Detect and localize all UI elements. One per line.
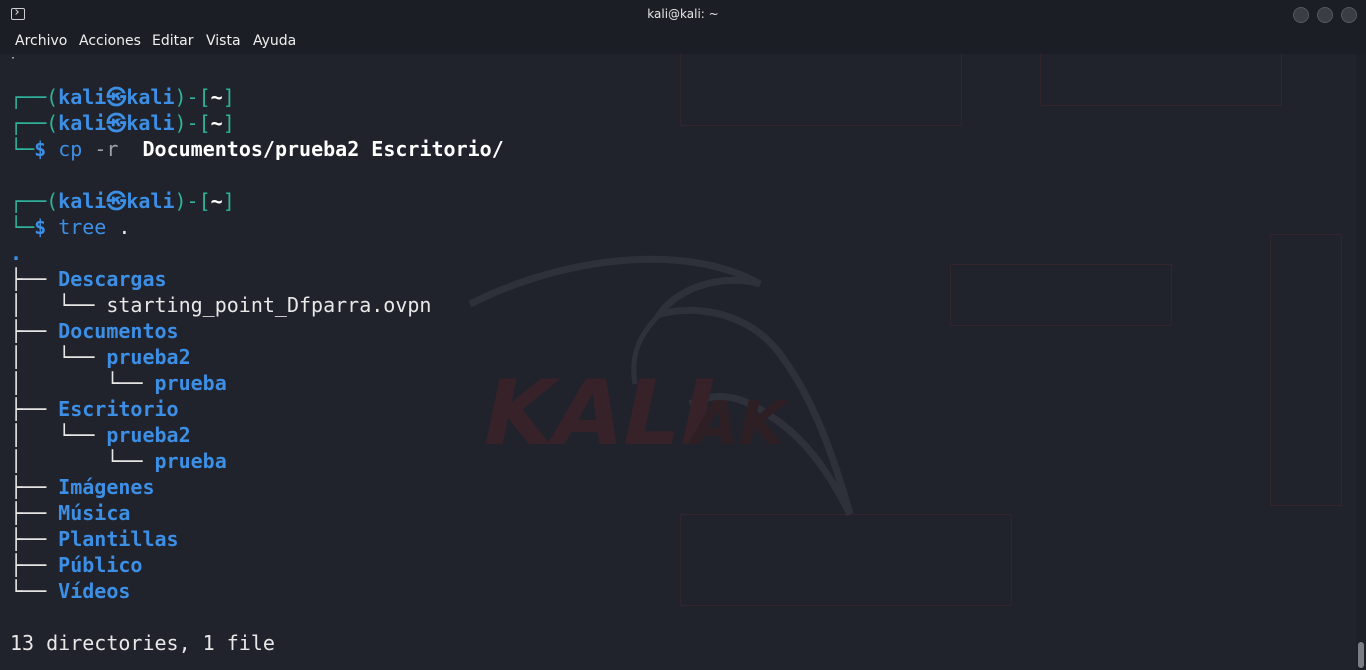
- menu-bar: Archivo Acciones Editar Vista Ayuda: [0, 30, 1366, 54]
- tree-entry: ├── Documentos: [10, 319, 179, 343]
- tree-summary: 13 directories, 1 file: [10, 631, 275, 655]
- tree-entry: ├── Música: [10, 501, 131, 525]
- prompt-line-2: ┌──(kali㉿kali)-[~]: [10, 111, 235, 135]
- tree-entry: ├── Plantillas: [10, 527, 179, 551]
- prompt-line-3: ┌──(kali㉿kali)-[~]: [10, 189, 235, 213]
- menu-acciones[interactable]: Acciones: [79, 33, 141, 49]
- tree-entry: │ └── prueba: [10, 371, 227, 395]
- tree-entry: │ └── prueba2: [10, 423, 191, 447]
- prompt-line-1: ┌──(kali㉿kali)-[~]: [10, 85, 235, 109]
- scrollbar-thumb[interactable]: [1358, 642, 1364, 668]
- tree-entry: │ └── starting_point_Dfparra.ovpn: [10, 293, 432, 317]
- tree-entry: ├── Público: [10, 553, 143, 577]
- tree-entry: ├── Descargas: [10, 267, 167, 291]
- command-line-tree: └─$ tree .: [10, 215, 131, 239]
- tree-entry: ├── Escritorio: [10, 397, 179, 421]
- maximize-icon[interactable]: [1317, 7, 1333, 23]
- partial-line: ·: [10, 54, 17, 64]
- menu-archivo[interactable]: Archivo: [15, 33, 67, 49]
- tree-entry: │ └── prueba2: [10, 345, 191, 369]
- terminal-area[interactable]: KALI AK · ┌──(kali㉿kali)-[~] ┌──(kali㉿ka…: [0, 54, 1356, 670]
- svg-text:AK: AK: [684, 390, 794, 459]
- menu-vista[interactable]: Vista: [206, 33, 241, 49]
- close-icon[interactable]: [1341, 7, 1357, 23]
- tree-entry: │ └── prueba: [10, 449, 227, 473]
- kali-dragon-watermark: KALI AK: [468, 255, 854, 516]
- vertical-scrollbar[interactable]: [1356, 54, 1366, 670]
- title-bar: kali@kali: ~: [0, 0, 1366, 30]
- command-line-cp: └─$ cp -r Documentos/prueba2 Escritorio/: [10, 137, 504, 161]
- tree-entry: ├── Imágenes: [10, 475, 155, 499]
- tree-root: .: [10, 241, 23, 265]
- menu-editar[interactable]: Editar: [152, 33, 193, 49]
- window-title: kali@kali: ~: [647, 7, 719, 21]
- menu-ayuda[interactable]: Ayuda: [253, 33, 296, 49]
- minimize-icon[interactable]: [1293, 7, 1309, 23]
- tree-entry: └── Vídeos: [10, 579, 131, 603]
